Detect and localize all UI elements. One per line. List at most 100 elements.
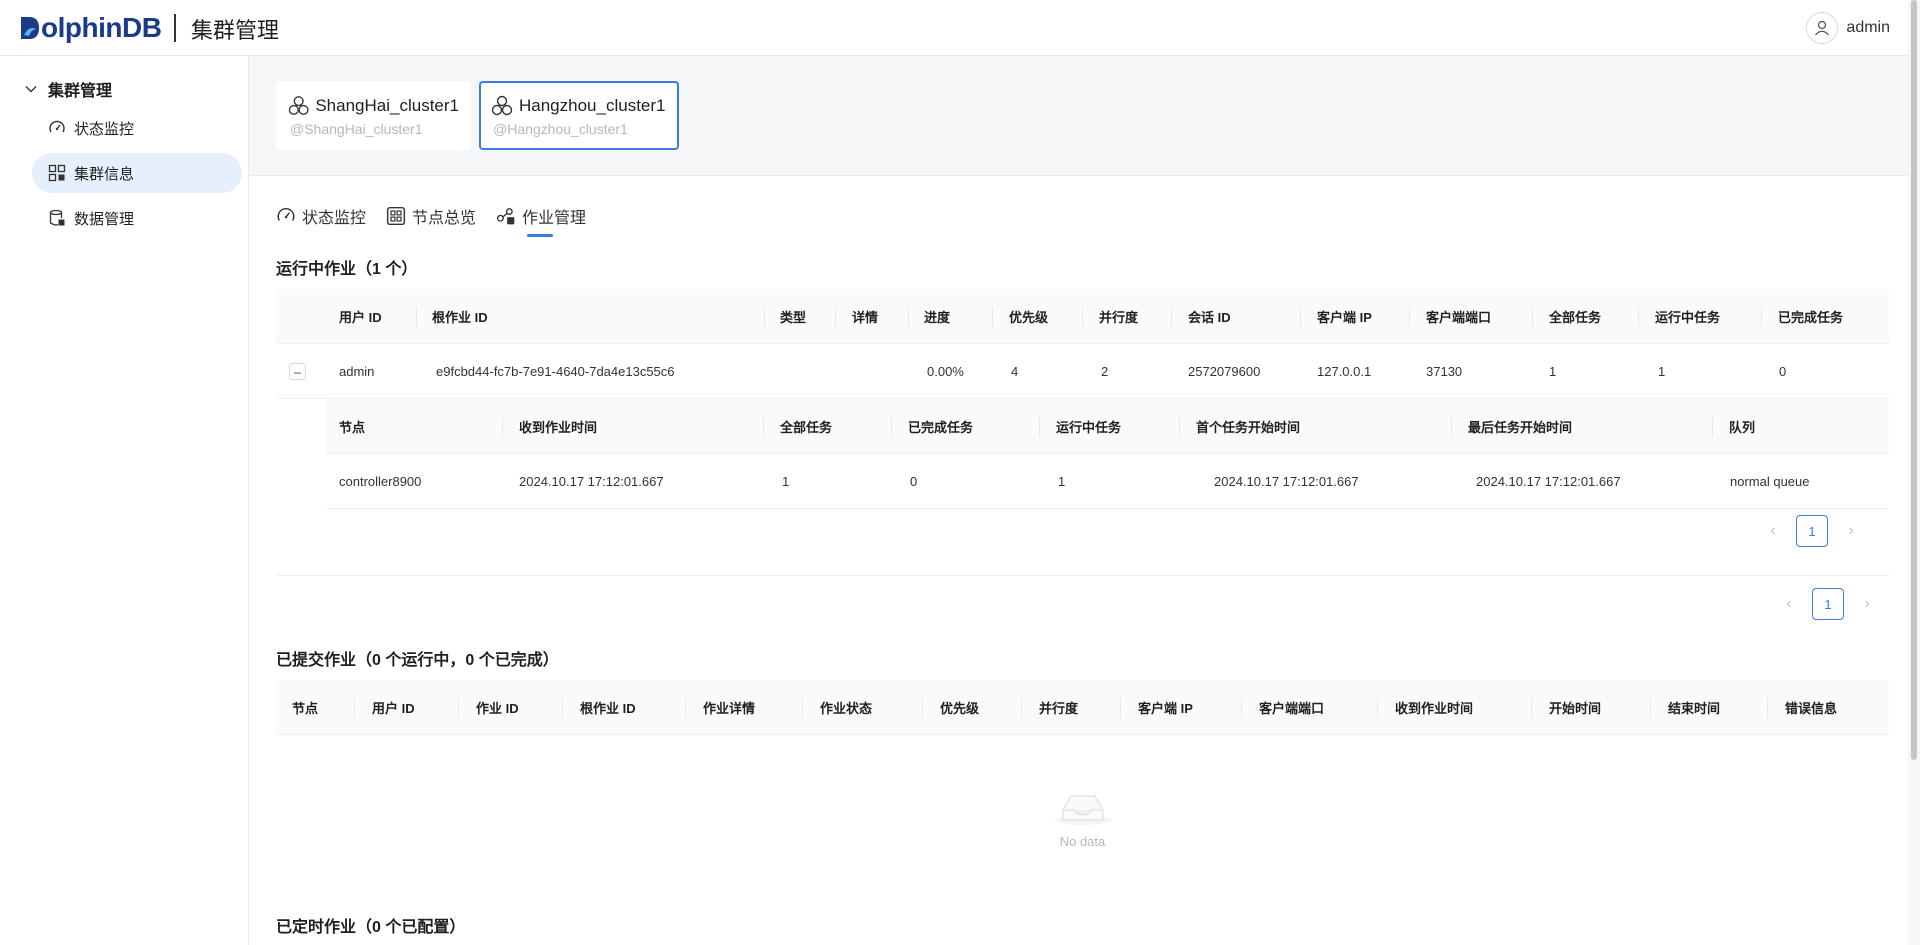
- page-number-button[interactable]: 1: [1796, 515, 1828, 547]
- sidebar-item-label: 数据管理: [74, 210, 135, 228]
- cluster-icon: [491, 95, 513, 116]
- column-header: 已完成任务: [908, 419, 974, 435]
- column-header: 根作业 ID: [432, 309, 488, 325]
- expanded-row-area: 节点 收到作业时间 全部任务 已完成任务 运行中任务 首个任务开始时间 最后任务…: [276, 399, 1889, 576]
- cluster-name: Hangzhou_cluster1: [519, 96, 666, 115]
- column-header: 作业详情: [703, 700, 756, 716]
- sidebar-group-cluster-management[interactable]: 集群管理: [24, 72, 112, 106]
- tab-node-overview[interactable]: 节点总览: [386, 196, 476, 236]
- column-divider: [763, 417, 764, 437]
- column-divider: [992, 307, 993, 327]
- grid-icon: [386, 206, 406, 226]
- job-task-subtable: 节点 收到作业时间 全部任务 已完成任务 运行中任务 首个任务开始时间 最后任务…: [326, 399, 1889, 509]
- gauge-icon: [277, 208, 295, 221]
- jobs-icon: [497, 208, 515, 225]
- subtable-pagination: ‹ 1 ›: [1764, 515, 1860, 547]
- column-divider: [1638, 307, 1639, 327]
- prev-page-button[interactable]: ‹: [1764, 517, 1782, 545]
- column-header: 并行度: [1099, 309, 1139, 325]
- user-avatar-icon[interactable]: [1806, 12, 1839, 44]
- collapse-row-button[interactable]: –: [289, 363, 306, 380]
- page-number-button[interactable]: 1: [1812, 588, 1844, 620]
- scrollbar-thumb[interactable]: [1911, 0, 1917, 760]
- page-scrollbar[interactable]: [1908, 0, 1920, 945]
- next-page-button[interactable]: ›: [1842, 517, 1860, 545]
- table-row[interactable]: – admin e9fcbd44-fc7b-7e91-4640-7da4e13c…: [276, 344, 1889, 399]
- column-header: 全部任务: [1549, 309, 1602, 325]
- column-header: 优先级: [940, 700, 980, 716]
- column-divider: [562, 698, 563, 718]
- cluster-selector-bar: ShangHai_cluster1 @ShangHai_cluster1 Han…: [249, 56, 1920, 176]
- cluster-card-hangzhou[interactable]: Hangzhou_cluster1 @Hangzhou_cluster1: [479, 81, 679, 150]
- tab-status-monitor[interactable]: 状态监控: [276, 196, 366, 236]
- column-header: 首个任务开始时间: [1196, 419, 1301, 435]
- cell-last-task-start: 2024.10.17 17:12:01.667: [1476, 473, 1621, 489]
- column-header: 客户端端口: [1426, 309, 1492, 325]
- column-divider: [1120, 698, 1121, 718]
- app-title: 集群管理: [191, 18, 280, 43]
- sidebar-group-label: 集群管理: [48, 83, 113, 100]
- cell-queue: normal queue: [1730, 473, 1810, 489]
- cell-parallelism: 2: [1101, 363, 1109, 379]
- column-divider: [458, 698, 459, 718]
- column-divider: [1451, 417, 1452, 437]
- main-content: ShangHai_cluster1 @ShangHai_cluster1 Han…: [249, 56, 1920, 945]
- next-page-button[interactable]: ›: [1858, 590, 1876, 618]
- tab-label: 状态监控: [302, 210, 367, 227]
- column-header: 运行中任务: [1056, 419, 1122, 435]
- column-header: 最后任务开始时间: [1468, 419, 1573, 435]
- column-divider: [802, 698, 803, 718]
- column-header: 客户端端口: [1259, 700, 1325, 716]
- sidebar-item-data-management[interactable]: 数据管理: [32, 198, 242, 238]
- column-header: 会话 ID: [1188, 309, 1231, 325]
- column-divider: [1712, 417, 1713, 437]
- column-divider: [1082, 307, 1083, 327]
- top-header: olphinDB 集群管理 admin: [0, 0, 1920, 56]
- column-divider: [908, 307, 909, 327]
- cell-progress: 0.00%: [927, 363, 964, 379]
- submitted-jobs-table: 节点 用户 ID 作业 ID 根作业 ID 作业详情 作业状态 优先级 并行度 …: [276, 680, 1889, 735]
- cell-finished-tasks: 0: [1779, 363, 1787, 379]
- sidebar-item-label: 集群信息: [74, 165, 135, 183]
- running-jobs-title: 运行中作业（1 个）: [276, 261, 418, 278]
- column-divider: [416, 307, 417, 327]
- column-header: 详情: [852, 309, 879, 325]
- table-row[interactable]: controller8900 2024.10.17 17:12:01.667 1…: [326, 454, 1889, 509]
- dolphindb-logo[interactable]: olphinDB: [20, 12, 162, 44]
- column-header: 节点: [292, 700, 319, 716]
- column-header: 客户端 IP: [1138, 700, 1193, 716]
- column-divider: [1021, 698, 1022, 718]
- column-header: 队列: [1729, 419, 1756, 435]
- column-divider: [1377, 698, 1378, 718]
- column-header: 结束时间: [1668, 700, 1721, 716]
- column-divider: [1532, 307, 1533, 327]
- column-header: 用户 ID: [339, 309, 382, 325]
- tab-label: 作业管理: [522, 210, 587, 227]
- cell-finished-tasks: 0: [910, 473, 918, 489]
- column-header: 根作业 ID: [580, 700, 636, 716]
- cluster-icon: [288, 96, 309, 115]
- cell-received-time: 2024.10.17 17:12:01.667: [519, 473, 664, 489]
- tab-job-management[interactable]: 作业管理: [496, 196, 587, 237]
- table-header: 用户 ID 根作业 ID 类型 详情 进度 优先级 并行度 会话 ID 客户端 …: [276, 289, 1889, 344]
- column-header: 客户端 IP: [1317, 309, 1372, 325]
- column-divider: [1241, 698, 1242, 718]
- sidebar-item-cluster-info[interactable]: 集群信息: [32, 153, 242, 193]
- sidebar: 集群管理 状态监控 集群信息 数据管理: [0, 56, 249, 945]
- column-header: 已完成任务: [1778, 309, 1844, 325]
- chevron-down-icon: [25, 86, 37, 93]
- cell-client-port: 37130: [1426, 363, 1463, 379]
- prev-page-button[interactable]: ‹: [1780, 590, 1798, 618]
- cluster-card-shanghai[interactable]: ShangHai_cluster1 @ShangHai_cluster1: [276, 81, 471, 150]
- user-menu[interactable]: admin: [1806, 12, 1890, 44]
- sidebar-item-status-monitor[interactable]: 状态监控: [32, 108, 242, 148]
- column-header: 全部任务: [780, 419, 833, 435]
- column-header: 进度: [924, 309, 951, 325]
- cluster-alias: @ShangHai_cluster1: [290, 121, 423, 137]
- cell-total-tasks: 1: [1549, 363, 1557, 379]
- column-header: 作业 ID: [476, 700, 519, 716]
- cell-client-ip: 127.0.0.1: [1317, 363, 1372, 379]
- database-icon: [49, 209, 65, 226]
- column-header: 节点: [339, 419, 366, 435]
- cluster-info-icon: [48, 164, 66, 182]
